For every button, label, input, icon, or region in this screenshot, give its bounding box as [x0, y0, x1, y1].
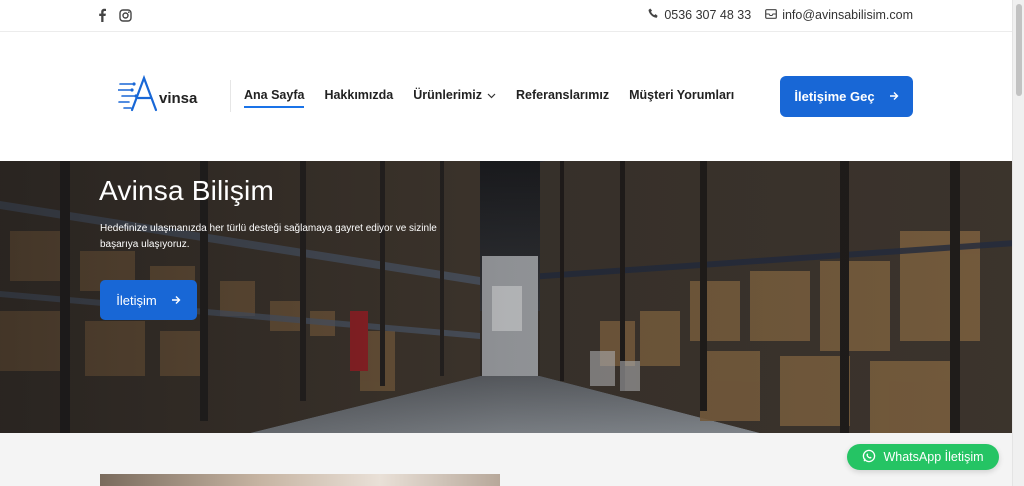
arrow-right-icon	[889, 89, 899, 104]
main-nav: Ana Sayfa Hakkımızda Ürünlerimiz Referan…	[244, 88, 734, 108]
nav-item-hakkimizda[interactable]: Hakkımızda	[324, 88, 393, 102]
whatsapp-button[interactable]: WhatsApp İletişim	[847, 444, 999, 470]
site-header: vinsa Ana Sayfa Hakkımızda Ürünlerimiz R…	[0, 32, 1012, 161]
page-scrollbar[interactable]	[1012, 0, 1024, 486]
nav-item-ana-sayfa[interactable]: Ana Sayfa	[244, 88, 305, 108]
nav-item-urunlerimiz[interactable]: Ürünlerimiz	[413, 88, 496, 102]
email-address: info@avinsabilisim.com	[782, 8, 913, 22]
nav-item-urunlerimiz-label: Ürünlerimiz	[413, 88, 482, 102]
nav-item-musteri-yorumlari[interactable]: Müşteri Yorumları	[629, 88, 734, 102]
hero-title: Avinsa Bilişim	[99, 175, 274, 206]
whatsapp-icon	[862, 449, 876, 466]
contact-info: 0536 307 48 33 info@avinsabilisim.com	[648, 8, 913, 22]
hero-description: Hedefinize ulaşmanızda her türlü desteği…	[100, 223, 437, 250]
email-link[interactable]: info@avinsabilisim.com	[765, 8, 913, 22]
instagram-icon[interactable]	[119, 8, 132, 22]
arrow-right-icon	[171, 293, 181, 308]
hero-contact-button[interactable]: İletişim	[100, 280, 197, 320]
top-bar: 0536 307 48 33 info@avinsabilisim.com	[0, 0, 1012, 32]
envelope-icon	[765, 8, 778, 22]
contact-cta-button[interactable]: İletişime Geç	[780, 76, 913, 117]
contact-cta-label: İletişime Geç	[794, 89, 875, 104]
logo-wordmark: vinsa	[159, 90, 198, 107]
social-links	[97, 8, 132, 22]
nav-item-referanslarimiz[interactable]: Referanslarımız	[516, 88, 609, 102]
phone-icon	[648, 8, 659, 22]
avinsa-logo[interactable]: vinsa	[117, 74, 204, 114]
scrollbar-thumb[interactable]	[1016, 4, 1022, 96]
phone-link[interactable]: 0536 307 48 33	[648, 8, 751, 22]
hero-banner: Avinsa Bilişim Hedefinize ulaşmanızda he…	[0, 161, 1012, 433]
whatsapp-label: WhatsApp İletişim	[883, 450, 984, 464]
chevron-down-icon	[487, 88, 496, 102]
header-divider	[230, 80, 231, 112]
section-image	[100, 474, 500, 486]
hero-contact-label: İletişim	[116, 292, 157, 308]
facebook-icon[interactable]	[97, 8, 107, 22]
page: 0536 307 48 33 info@avinsabilisim.com vi…	[0, 0, 1012, 486]
phone-number: 0536 307 48 33	[664, 8, 752, 22]
